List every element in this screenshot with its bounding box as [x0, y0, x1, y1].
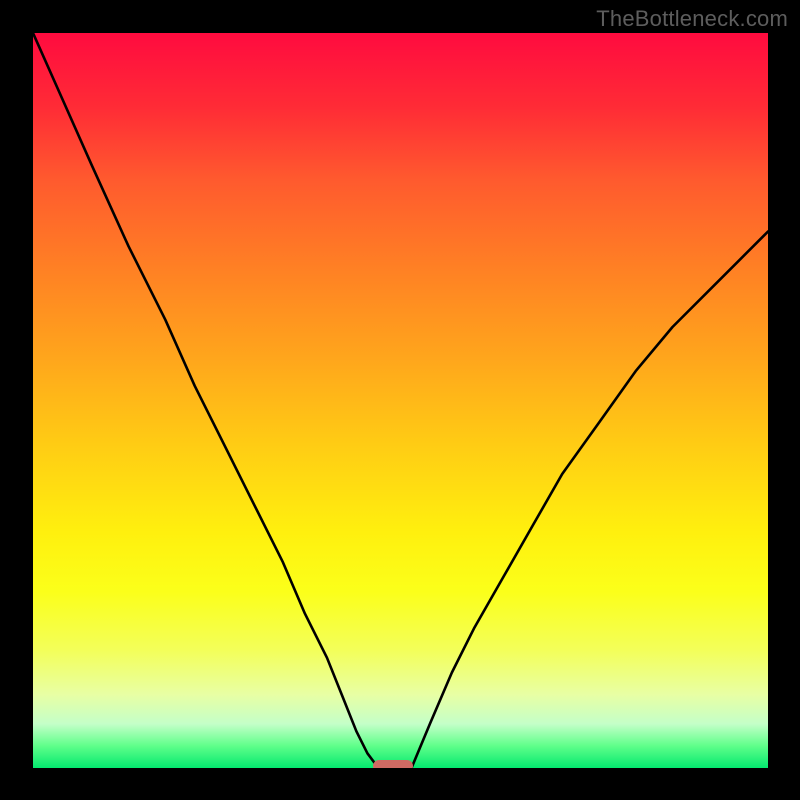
right-curve-path [412, 232, 769, 769]
curves-svg [33, 33, 768, 768]
left-curve-path [33, 33, 378, 768]
plot-area [33, 33, 768, 768]
chart-frame: TheBottleneck.com [0, 0, 800, 800]
bottom-marker [373, 760, 413, 768]
watermark-text: TheBottleneck.com [596, 6, 788, 32]
